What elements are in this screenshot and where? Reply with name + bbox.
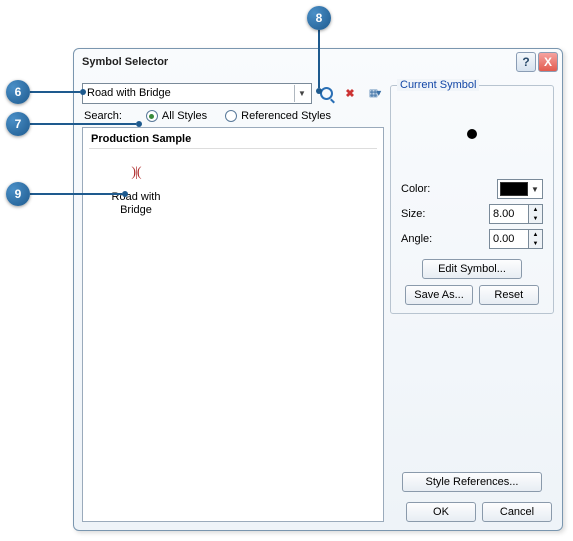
callout-9: 9 bbox=[6, 182, 30, 206]
symbol-dot-icon bbox=[467, 129, 477, 139]
color-swatch-icon bbox=[500, 182, 528, 196]
callout-line bbox=[30, 123, 136, 125]
ok-button[interactable]: OK bbox=[406, 502, 476, 522]
chevron-down-icon[interactable]: ▼ bbox=[294, 85, 309, 102]
search-input-value[interactable]: Road with Bridge bbox=[87, 87, 294, 99]
symbol-selector-dialog: Symbol Selector ? X Road with Bridge ▼ ✖… bbox=[73, 48, 563, 531]
results-list[interactable]: Production Sample )|( Road with Bridge bbox=[82, 127, 384, 522]
callout-line bbox=[318, 30, 320, 88]
results-category: Production Sample bbox=[89, 130, 377, 149]
callout-dot bbox=[80, 89, 86, 95]
size-spinner[interactable]: ▲▼ bbox=[489, 204, 543, 224]
spinner-up-icon[interactable]: ▲ bbox=[529, 230, 542, 239]
color-label: Color: bbox=[401, 183, 447, 195]
callout-dot bbox=[316, 88, 322, 94]
radio-referenced-styles[interactable]: Referenced Styles bbox=[225, 110, 331, 122]
callout-dot bbox=[136, 121, 142, 127]
current-symbol-title: Current Symbol bbox=[397, 79, 479, 91]
cancel-button[interactable]: Cancel bbox=[482, 502, 552, 522]
symbol-preview-icon: )|( bbox=[112, 157, 160, 189]
callout-8: 8 bbox=[307, 6, 331, 30]
angle-input[interactable] bbox=[489, 229, 529, 249]
close-button[interactable]: X bbox=[538, 52, 558, 72]
radio-all-styles[interactable]: All Styles bbox=[146, 110, 207, 122]
size-label: Size: bbox=[401, 208, 447, 220]
callout-6: 6 bbox=[6, 80, 30, 104]
style-references-button[interactable]: Style References... bbox=[402, 472, 542, 492]
reset-button[interactable]: Reset bbox=[479, 285, 539, 305]
radio-dot-icon bbox=[225, 110, 237, 122]
chevron-down-icon: ▼ bbox=[530, 185, 540, 194]
callout-line bbox=[30, 91, 80, 93]
callout-7: 7 bbox=[6, 112, 30, 136]
spinner-down-icon[interactable]: ▼ bbox=[529, 239, 542, 248]
current-symbol-swatch bbox=[399, 94, 545, 174]
search-label: Search: bbox=[84, 110, 122, 122]
angle-label: Angle: bbox=[401, 233, 447, 245]
size-input[interactable] bbox=[489, 204, 529, 224]
callout-line bbox=[30, 193, 122, 195]
search-combo[interactable]: Road with Bridge ▼ bbox=[82, 83, 312, 104]
view-mode-icon[interactable]: ▦▾ bbox=[364, 83, 384, 103]
help-button[interactable]: ? bbox=[516, 52, 536, 72]
clear-search-icon[interactable]: ✖ bbox=[340, 83, 360, 103]
angle-spinner[interactable]: ▲▼ bbox=[489, 229, 543, 249]
edit-symbol-button[interactable]: Edit Symbol... bbox=[422, 259, 522, 279]
color-picker[interactable]: ▼ bbox=[497, 179, 543, 199]
callout-dot bbox=[122, 191, 128, 197]
current-symbol-group: Current Symbol Color: ▼ Size: ▲▼ bbox=[390, 85, 554, 314]
spinner-up-icon[interactable]: ▲ bbox=[529, 205, 542, 214]
save-as-button[interactable]: Save As... bbox=[405, 285, 473, 305]
radio-referenced-styles-label: Referenced Styles bbox=[241, 110, 331, 122]
spinner-down-icon[interactable]: ▼ bbox=[529, 214, 542, 223]
radio-dot-icon bbox=[146, 110, 158, 122]
list-item[interactable]: )|( Road with Bridge bbox=[101, 157, 171, 217]
radio-all-styles-label: All Styles bbox=[162, 110, 207, 122]
dialog-title: Symbol Selector bbox=[82, 56, 514, 68]
